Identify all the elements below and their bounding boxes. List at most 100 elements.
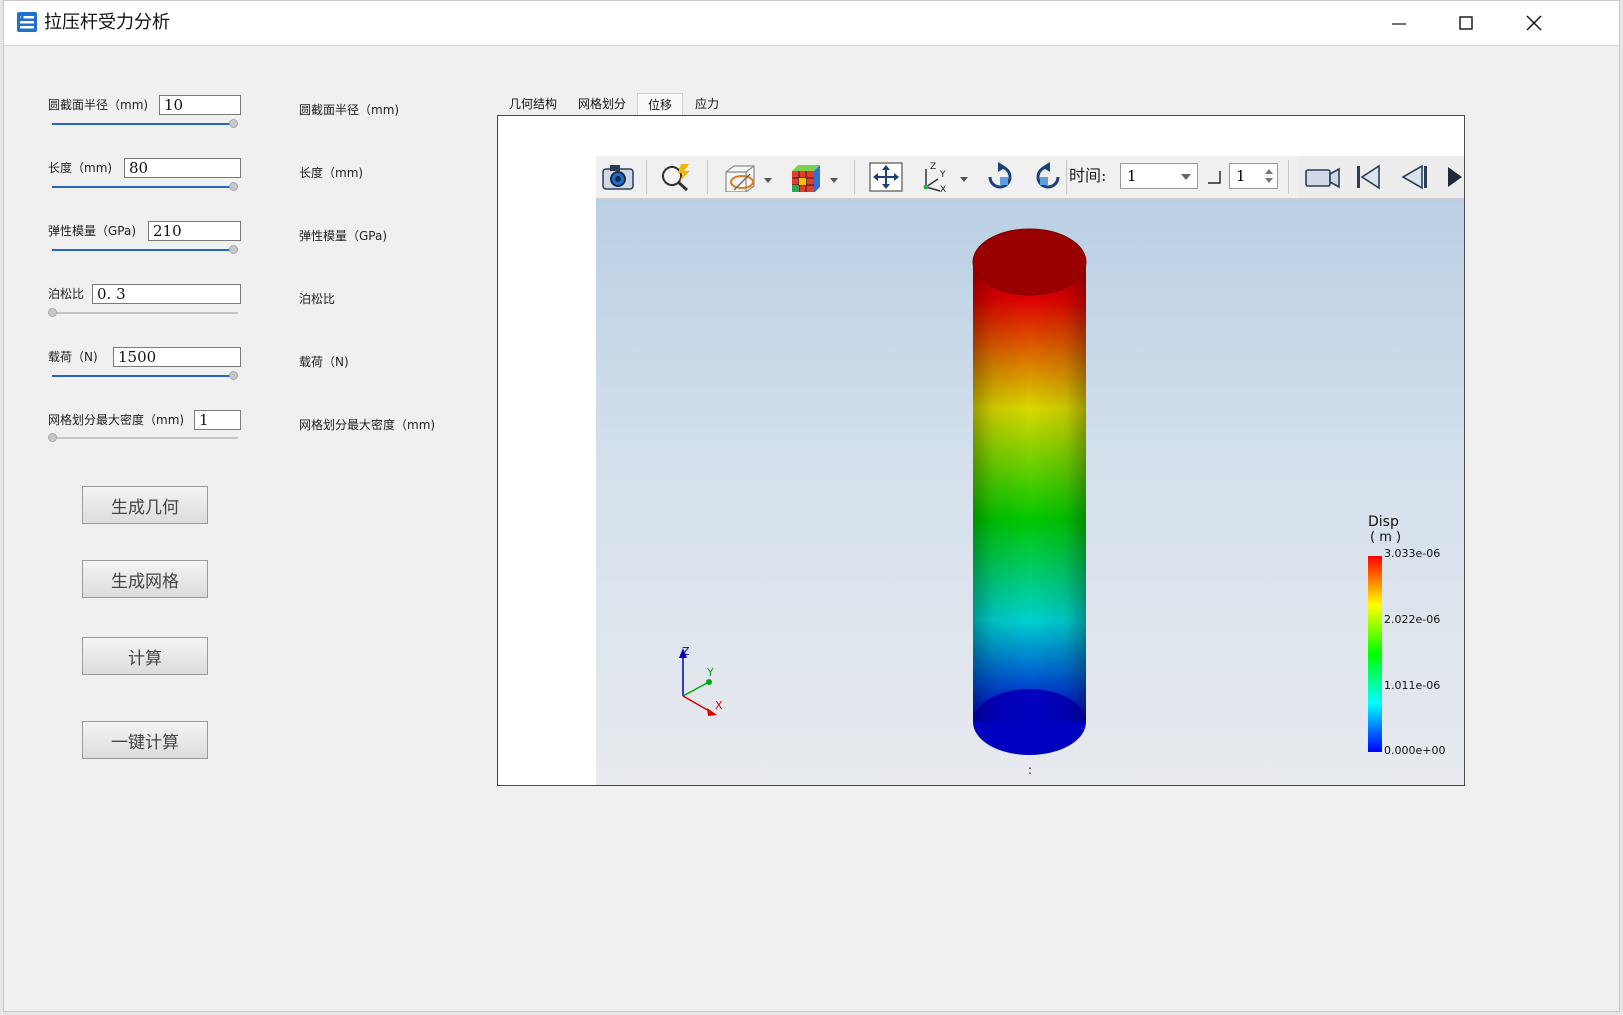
maximize-button[interactable] [1432,1,1500,45]
mesh-density-slider[interactable] [48,432,238,444]
value-label-length: 长度（mm) [299,166,364,180]
poisson-input[interactable]: 0. 3 [92,284,241,304]
time-select-value: 1 [1127,167,1137,185]
slider-fill [52,249,233,251]
slider-handle[interactable] [48,308,57,317]
axes-orientation-icon: ZYX [923,162,968,193]
load-slider[interactable] [52,370,238,382]
legend-tick-2: 2.022e-06 [1384,613,1440,626]
svg-text:Z: Z [930,162,936,172]
tab-geometry[interactable]: 几何结构 [499,93,567,115]
tab-displacement[interactable]: 位移 [637,93,684,116]
skip-to-first-icon [1357,164,1380,190]
displacement-plot: Z Y X Disp ( m ) 3.033e-06 2.022e-06 1.0… [679,228,1445,777]
axis-y-label: Y [706,666,714,679]
minimize-button[interactable] [1365,1,1433,45]
radius-slider[interactable] [52,118,238,130]
value-label-load: 载荷（N) [299,355,349,369]
chevron-down-icon [1181,174,1191,180]
axis-z-label: Z [682,645,690,658]
value-label-modulus: 弹性模量（GPa) [299,229,388,243]
radius-input[interactable]: 10 [159,95,241,115]
modulus-input[interactable]: 210 [148,221,241,241]
first-frame-button[interactable] [1348,160,1388,194]
modulus-label: 弹性模量（GPa) [48,224,137,238]
slider-handle[interactable] [48,433,57,442]
toolbar-separator [1288,160,1289,194]
close-button[interactable] [1500,1,1568,45]
screenshot-button[interactable] [598,160,638,194]
clip-box-icon [725,165,772,192]
load-input[interactable]: 1500 [113,347,241,367]
mesh-density-label: 网格划分最大密度（mm) [48,413,185,427]
color-cube-button[interactable] [784,160,840,194]
scene-caption: : [1028,763,1032,777]
animation-controls [1298,156,1464,198]
window-title: 拉压杆受力分析 [44,12,170,33]
compute-button[interactable]: 计算 [82,637,208,675]
svg-text:Y: Y [939,170,946,180]
color-cube-icon [792,165,838,192]
step-back-icon [1401,164,1427,190]
slider-handle[interactable] [229,119,238,128]
camera-icon [602,165,634,190]
tab-stress[interactable]: 应力 [685,93,729,115]
svg-text:X: X [940,185,946,193]
slider-handle[interactable] [229,245,238,254]
time-select[interactable]: 1 [1120,163,1198,189]
maximize-icon [1459,16,1473,30]
video-camera-icon [1305,167,1340,189]
legend-tick-min: 0.000e+00 [1384,744,1445,757]
slider-groove [48,312,238,314]
tab-mesh[interactable]: 网格划分 [568,93,636,115]
previous-frame-button[interactable] [1394,160,1434,194]
load-label: 载荷（N) [48,350,98,364]
step-checkbox-icon[interactable] [1206,169,1222,185]
rotate-counterclockwise-icon [1036,162,1060,189]
step-spinbox[interactable]: 1 [1229,163,1278,189]
length-input[interactable]: 80 [124,158,241,178]
generate-geometry-button[interactable]: 生成几何 [82,486,208,524]
color-legend: Disp ( m ) 3.033e-06 2.022e-06 1.011e-06… [1368,514,1445,757]
legend-colorbar [1368,556,1382,752]
poisson-label: 泊松比 [48,287,85,301]
render-view[interactable]: Z Y X Disp ( m ) 3.033e-06 2.022e-06 1.0… [596,198,1464,785]
poisson-slider[interactable] [48,307,238,319]
generate-mesh-button[interactable]: 生成网格 [82,560,208,598]
slider-handle[interactable] [229,371,238,380]
axis-orientation-button[interactable]: ZYX [914,160,970,194]
length-label: 长度（mm) [48,161,113,175]
zoom-to-data-button[interactable] [656,160,696,194]
slider-fill [52,186,233,188]
time-label: 时间: [1069,166,1107,185]
axis-triad: Z Y X [679,645,723,716]
rotate-clockwise-icon [988,162,1012,189]
mesh-density-input[interactable]: 1 [194,410,241,430]
rotate-cw-button[interactable] [978,160,1022,194]
bar-model [972,228,1087,755]
play-icon [1448,167,1462,187]
legend-tick-1: 1.011e-06 [1384,679,1440,692]
length-slider[interactable] [52,181,238,193]
reset-camera-button[interactable] [864,160,908,194]
fit-view-icon [869,162,903,192]
magnifier-icon [662,164,690,192]
slider-fill [52,375,233,377]
value-label-mesh-density: 网格划分最大密度（mm) [299,418,436,432]
axis-x-label: X [715,699,723,712]
rotate-ccw-button[interactable] [1026,160,1070,194]
legend-title: Disp [1368,514,1399,530]
one-click-compute-button[interactable]: 一键计算 [82,721,208,759]
modulus-slider[interactable] [52,244,238,256]
slider-fill [52,123,233,125]
record-button[interactable] [1300,160,1344,194]
legend-unit: ( m ) [1370,530,1401,545]
title-bar: 拉压杆受力分析 [4,1,1619,46]
slider-handle[interactable] [229,182,238,191]
spin-arrows-icon [1265,169,1273,183]
close-icon [1526,15,1542,31]
app-icon [17,12,37,32]
slice-filter-button[interactable] [718,160,774,194]
play-button[interactable] [1442,160,1464,194]
value-label-radius: 圆截面半径（mm) [299,103,400,117]
